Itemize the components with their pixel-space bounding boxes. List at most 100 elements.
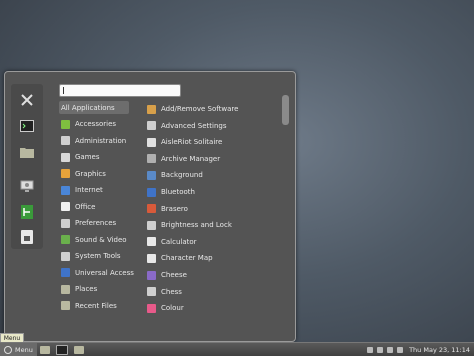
app-label: Colour — [161, 304, 184, 313]
app-label: Character Map — [161, 254, 213, 263]
app-item[interactable]: Calculator — [147, 235, 282, 249]
background-icon — [147, 170, 156, 180]
app-label: Brasero — [161, 204, 188, 213]
category-item[interactable]: Accessories — [59, 118, 129, 131]
package-icon — [147, 104, 156, 114]
category-item[interactable]: Preferences — [59, 217, 129, 230]
terminal-icon[interactable] — [16, 116, 38, 136]
folder-icon[interactable] — [16, 142, 38, 162]
app-label: Chess — [161, 287, 182, 296]
text-caret — [63, 87, 64, 94]
folder-icon[interactable] — [73, 345, 84, 354]
app-label: Calculator — [161, 237, 197, 246]
network-icon[interactable] — [367, 346, 374, 353]
app-item[interactable]: Archive Manager — [147, 152, 282, 166]
category-label: Internet — [75, 186, 103, 194]
app-item[interactable]: Bluetooth — [147, 185, 282, 199]
app-label: Cheese — [161, 271, 187, 279]
category-item[interactable]: Sound & Video — [59, 233, 129, 246]
system-tray: Thu May 23, 11:14 — [365, 346, 474, 354]
category-label: System Tools — [75, 252, 121, 260]
category-item[interactable]: Recent Files — [59, 299, 129, 312]
category-label: Accessories — [75, 120, 117, 128]
system-tools-icon — [61, 251, 70, 261]
brasero-icon — [147, 204, 156, 214]
app-label: Background — [161, 171, 203, 180]
folder-icon[interactable] — [39, 345, 50, 354]
category-label: Places — [75, 285, 98, 293]
category-label: Games — [75, 153, 100, 161]
preferences-icon — [61, 218, 70, 228]
app-label: Add/Remove Software — [161, 105, 239, 113]
app-label: Brightness and Lock — [161, 221, 232, 230]
advanced-settings-icon — [147, 121, 156, 131]
category-item[interactable]: Graphics — [59, 167, 129, 180]
graphics-icon — [61, 169, 70, 178]
bluetooth-icon — [147, 187, 156, 197]
category-label: Recent Files — [75, 301, 117, 310]
search-input[interactable] — [59, 84, 181, 97]
menu-button[interactable]: Menu — [0, 343, 37, 356]
taskbar: Menu Thu May 23, 11:14 — [0, 342, 474, 356]
menu-logo-icon — [4, 345, 12, 354]
category-label: Preferences — [75, 219, 117, 227]
monitor-settings-icon[interactable] — [16, 176, 38, 196]
office-icon — [61, 202, 70, 211]
calculator-icon — [147, 237, 156, 247]
category-label: Sound & Video — [75, 235, 127, 244]
category-item[interactable]: Administration — [59, 134, 129, 147]
lock-icon[interactable] — [16, 227, 38, 247]
category-item[interactable]: Places — [59, 283, 129, 296]
app-label: Advanced Settings — [161, 121, 227, 130]
internet-icon — [61, 185, 70, 195]
administration-icon — [61, 136, 70, 145]
terminal-icon[interactable] — [55, 344, 68, 355]
volume-icon[interactable] — [387, 346, 394, 353]
tools-icon[interactable] — [16, 90, 38, 110]
category-label: Administration — [75, 136, 127, 145]
app-item[interactable]: Chess — [147, 285, 282, 299]
category-item[interactable]: Universal Access — [59, 266, 134, 279]
app-item[interactable]: Advanced Settings — [147, 119, 282, 133]
app-item[interactable]: Background — [147, 168, 282, 182]
colour-icon — [147, 303, 156, 313]
chess-icon — [147, 287, 156, 297]
character-map-icon — [147, 253, 156, 263]
app-item[interactable]: Brasero — [147, 202, 282, 216]
app-item[interactable]: Brightness and Lock — [147, 218, 282, 232]
app-label: Bluetooth — [161, 188, 195, 196]
cheese-icon — [147, 270, 156, 280]
solitaire-icon — [147, 137, 156, 147]
application-menu: All Applications Accessories Administratio… — [4, 71, 296, 342]
app-item[interactable]: Colour — [147, 301, 282, 315]
category-label: Graphics — [75, 169, 106, 178]
app-item[interactable]: Cheese — [147, 268, 282, 282]
universal-access-icon — [61, 268, 70, 277]
places-icon — [61, 284, 70, 294]
recent-files-icon — [61, 301, 70, 310]
app-item[interactable]: AisleRiot Solitaire — [147, 135, 282, 149]
brightness-icon — [147, 220, 156, 230]
clipboard-icon[interactable] — [377, 346, 384, 353]
category-item[interactable]: Games — [59, 151, 129, 164]
clock[interactable]: Thu May 23, 11:14 — [409, 346, 470, 354]
favorites-bar — [11, 84, 43, 249]
category-item[interactable]: Internet — [59, 184, 129, 197]
app-item[interactable]: Character Map — [147, 251, 282, 265]
sound-video-icon — [61, 235, 70, 244]
menu-button-label: Menu — [15, 345, 33, 354]
archive-icon — [147, 154, 156, 164]
app-item[interactable]: Add/Remove Software — [147, 102, 282, 116]
category-item[interactable]: Office — [59, 200, 129, 213]
category-item[interactable]: All Applications — [59, 101, 129, 114]
exit-icon[interactable] — [16, 202, 38, 222]
games-icon — [61, 152, 70, 162]
scrollbar-thumb[interactable] — [282, 95, 289, 125]
category-item[interactable]: System Tools — [59, 250, 129, 263]
category-label: All Applications — [61, 103, 115, 112]
app-label: AisleRiot Solitaire — [161, 138, 223, 147]
accessibility-icon[interactable] — [397, 346, 404, 353]
category-label: Universal Access — [75, 268, 134, 277]
accessories-icon — [61, 119, 70, 129]
app-label: Archive Manager — [161, 154, 221, 163]
